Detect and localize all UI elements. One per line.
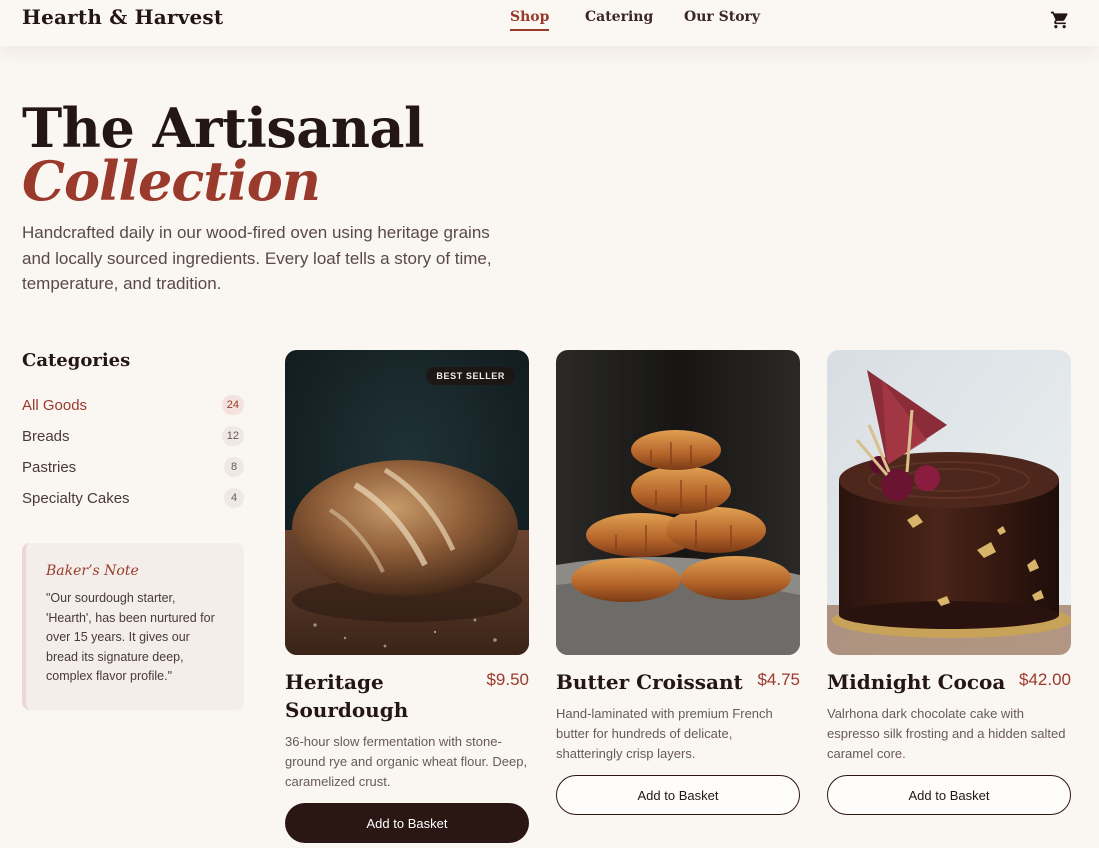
page-title: The Artisanal [22, 96, 425, 160]
category-label: Specialty Cakes [22, 489, 130, 507]
add-to-basket-button[interactable]: Add to Basket [556, 775, 800, 815]
product-card-croissant: Butter Croissant $4.75 Hand-laminated wi… [556, 350, 800, 815]
category-specialty-cakes[interactable]: Specialty Cakes 4 [22, 487, 244, 509]
page-title-accent: Collection [22, 149, 321, 213]
category-label: Pastries [22, 458, 77, 476]
product-description: Hand-laminated with premium French butte… [556, 706, 773, 761]
product-card-midnight-cocoa: Midnight Cocoa $42.00 Valrhona dark choc… [827, 350, 1071, 815]
nav-our-story[interactable]: Our Story [684, 9, 760, 25]
product-price: $42.00 [1019, 670, 1071, 689]
nav-shop[interactable]: Shop [510, 9, 550, 31]
site-header: Hearth & Harvest Shop Catering Our Story [0, 0, 1099, 46]
bakers-note-title: Baker’s Note [46, 563, 139, 579]
cake-image[interactable] [827, 350, 1071, 655]
product-description: 36-hour slow fermentation with stone-gro… [285, 734, 528, 789]
product-name[interactable]: Heritage Sourdough [285, 668, 465, 724]
bakers-note: Baker’s Note "Our sourdough starter, 'He… [22, 543, 244, 710]
add-to-basket-button[interactable]: Add to Basket [285, 803, 529, 843]
cart-icon[interactable] [1050, 10, 1070, 30]
category-count: 24 [221, 395, 244, 415]
category-count: 4 [224, 488, 244, 508]
product-card-sourdough: BEST SELLER Heritage Sourdough $9.50 36-… [285, 350, 529, 843]
category-all-goods[interactable]: All Goods 24 [22, 394, 244, 416]
product-price: $9.50 [486, 670, 529, 689]
category-label: Breads [22, 427, 70, 445]
add-to-basket-button[interactable]: Add to Basket [827, 775, 1071, 815]
categories-heading: Categories [22, 350, 131, 371]
product-name[interactable]: Butter Croissant [556, 668, 743, 696]
best-seller-badge: BEST SELLER [426, 367, 515, 385]
hero-description: Handcrafted daily in our wood-fired oven… [22, 223, 492, 293]
category-label: All Goods [22, 396, 88, 414]
sourdough-image[interactable]: BEST SELLER [285, 350, 529, 655]
product-name[interactable]: Midnight Cocoa [827, 668, 1005, 696]
product-description: Valrhona dark chocolate cake with espres… [827, 706, 1066, 761]
category-breads[interactable]: Breads 12 [22, 425, 244, 447]
nav-catering[interactable]: Catering [585, 9, 653, 25]
brand-logo[interactable]: Hearth & Harvest [22, 5, 223, 29]
product-price: $4.75 [757, 670, 800, 689]
category-count: 12 [221, 426, 244, 446]
category-count: 8 [224, 457, 244, 477]
category-pastries[interactable]: Pastries 8 [22, 456, 244, 478]
bakers-note-text: "Our sourdough starter, 'Hearth', has be… [46, 591, 215, 683]
croissant-image[interactable] [556, 350, 800, 655]
